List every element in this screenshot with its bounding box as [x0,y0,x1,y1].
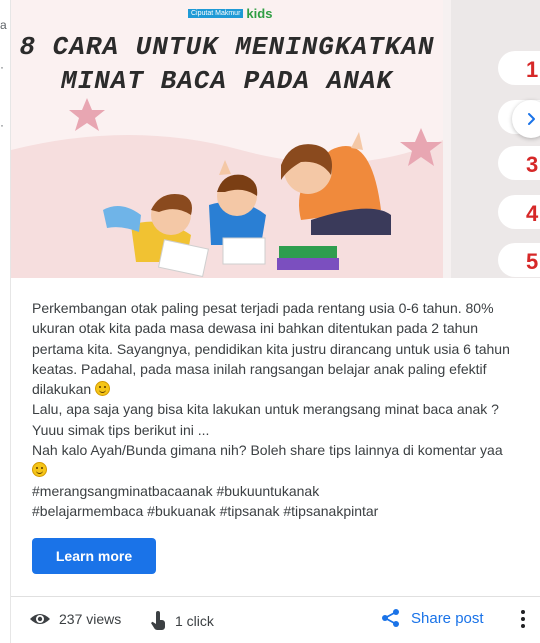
edge-fragment: · [0,60,4,74]
touch-icon [151,611,165,630]
left-edge: a · · [0,0,10,643]
views-stat: 237 views [29,611,121,627]
slide-headline: 8 CARA UNTUK MENINGKATKAN MINAT BACA PAD… [11,30,443,98]
smile-emoji-icon [32,462,47,478]
headline-line-1: 8 CARA UNTUK MENINGKATKAN [19,32,435,62]
post-paragraph: Nah kalo Ayah/Bunda gimana nih? Boleh sh… [32,440,532,481]
post-body: Perkembangan otak paling pesat terjadi p… [32,298,532,521]
next-slide-number: 1 [526,57,539,82]
carousel-slide-next[interactable] [451,0,540,278]
headline-line-2: MINAT BACA PADA ANAK [60,66,394,96]
eye-icon [30,614,50,624]
learn-more-button[interactable]: Learn more [32,538,156,574]
edge-fragment: · [0,118,4,132]
hashtags: #belajarmembaca #bukuanak #tipsanak #tip… [32,502,379,519]
more-vert-icon [521,624,525,628]
brand-kids: kids [246,6,273,21]
share-icon [382,609,399,627]
carousel-slide-main: Ciputat Makmur kids 8 CARA UNTUK MENINGK… [11,0,443,278]
chevron-right-icon [528,113,535,125]
paragraph-text: Nah kalo Ayah/Bunda gimana nih? Boleh sh… [32,442,503,459]
next-slide-number: 3 [526,152,539,177]
more-vert-icon [521,617,525,621]
share-label: Share post [411,609,484,627]
image-carousel[interactable]: Ciputat Makmur kids 8 CARA UNTUK MENINGK… [11,0,540,278]
clicks-count: 1 click [175,613,214,629]
hashtags: #merangsangminatbacaanak #bukuuntukanak [32,482,320,499]
smile-emoji-icon [95,381,111,397]
more-vert-icon [521,610,525,614]
more-options-button[interactable] [516,607,530,631]
next-slide-number: 4 [526,201,539,226]
next-slide-number: 5 [526,249,539,274]
edge-fragment: a [0,18,7,32]
brand-logo: Ciputat Makmur kids [188,6,272,21]
views-count: 237 views [59,611,122,627]
post-paragraph: Lalu, apa saja yang bisa kita lakukan un… [32,401,499,438]
post-card: Ciputat Makmur kids 8 CARA UNTUK MENINGK… [10,0,540,643]
share-post-button[interactable]: Share post [381,608,484,628]
brand-org: Ciputat Makmur [188,9,244,18]
clicks-stat: 1 click [149,611,214,631]
post-footer: 237 views 1 click Share post [11,596,540,643]
post-paragraph: Perkembangan otak paling pesat terjadi p… [32,298,532,399]
